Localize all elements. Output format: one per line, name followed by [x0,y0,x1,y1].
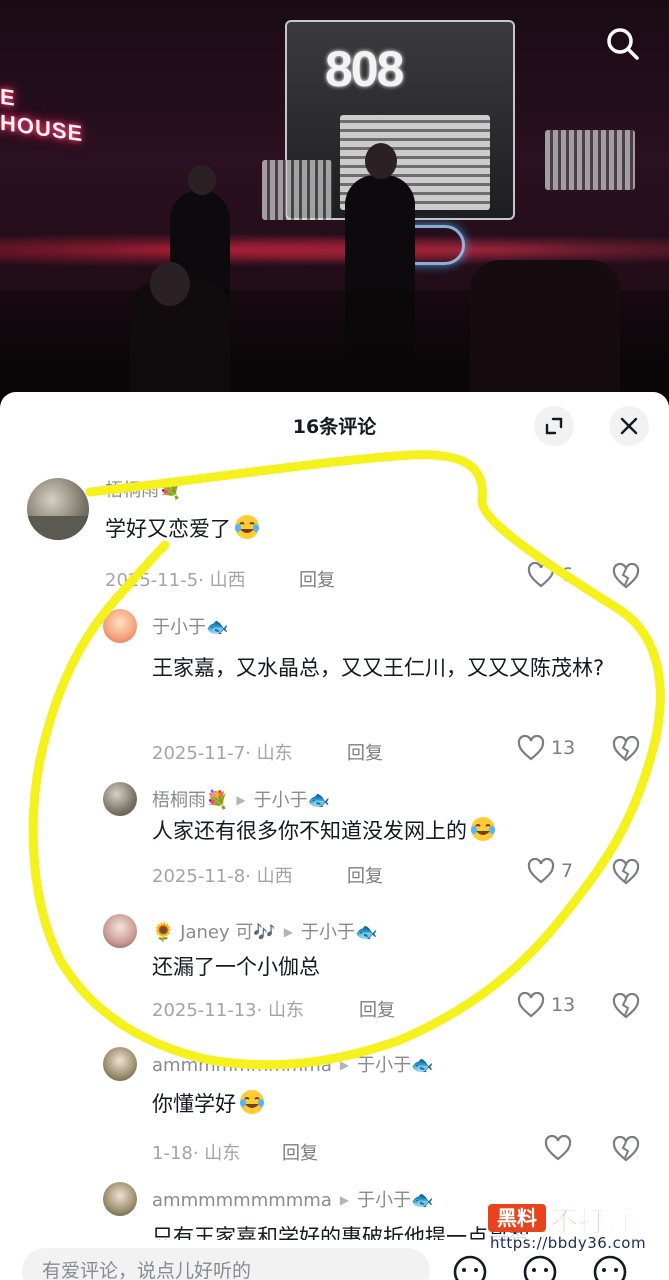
comment-author[interactable]: 于小于🐟 [152,613,228,639]
comment-author[interactable]: 梧桐雨💐 [105,476,181,502]
broken-heart-icon [612,858,640,885]
comment-text: 王家嘉，又水晶总，又又王仁川，又又又陈茂林? [152,656,605,680]
broken-heart-icon [612,992,640,1019]
broken-heart-icon [612,735,640,762]
avatar[interactable] [103,609,137,643]
dislike-button[interactable] [612,735,640,766]
comment-date-location: 2025-11-7· 山东 [152,743,293,764]
avatar[interactable] [103,1047,137,1081]
comment-author[interactable]: 🌻 Janey 可🎶 [152,922,276,943]
heart-icon [517,992,545,1018]
mention-button[interactable] [450,1250,490,1280]
heart-icon [517,735,545,761]
search-button[interactable] [601,22,645,66]
comment-sheet: 16条评论 梧桐雨💐 学好又恋爱了 2025-11-5· 山西 回复 6 于小于… [0,392,669,1280]
avatar[interactable] [27,478,89,540]
comment-date-location: 2025-11-13· 山东 [152,1000,305,1021]
audience-member-right [470,260,620,395]
search-icon [607,28,639,60]
reply-arrow-icon: ▶ [339,1193,350,1207]
stage-screen-number: 808 [325,41,404,97]
performer-left-head [188,165,216,195]
dislike-button[interactable] [612,1135,640,1166]
like-count: 13 [551,994,576,1016]
comment-text: 人家还有很多你不知道没发网上的 [152,810,497,852]
comment-author[interactable]: 梧桐雨💐 [152,790,228,811]
smile-icon [523,1255,557,1280]
video-player[interactable]: E HOUSE 808 [0,0,669,395]
broken-heart-icon [612,562,640,589]
comment-text: 学好又恋爱了 [105,508,261,550]
audience-head [150,262,190,306]
sticker-button[interactable] [590,1250,630,1280]
like-button[interactable] [544,1135,578,1161]
like-count: 13 [551,737,576,759]
expand-icon [545,417,563,435]
avatar[interactable] [103,914,137,948]
comment-text-body: 你懂学好 [152,1092,236,1116]
neon-house-sign: E HOUSE [0,83,84,147]
reply-arrow-icon: ▶ [283,925,293,939]
dislike-button[interactable] [612,992,640,1023]
reply-button[interactable]: 回复 [299,566,335,592]
like-button[interactable]: 6 [527,562,573,588]
reply-to-author[interactable]: 于小于🐟 [254,790,330,811]
reply-button[interactable]: 回复 [359,996,395,1022]
at-mention-icon [453,1255,487,1280]
comment-author-line: ammmmmmmmma ▶ 于小于🐟 [152,1186,434,1212]
heart-icon [527,858,555,884]
performer-center-head [365,143,397,179]
comment-text-body: 学好又恋爱了 [105,517,231,541]
close-icon [620,417,638,435]
like-button[interactable]: 13 [517,735,575,761]
reply-button[interactable]: 回复 [347,739,383,765]
like-count: 7 [561,860,574,882]
side-screen-left [262,160,332,220]
reply-button[interactable]: 回复 [282,1139,318,1165]
comment-date-location: 1-18· 山东 [152,1143,241,1164]
comment-author-line: 🌻 Janey 可🎶 ▶ 于小于🐟 [152,918,377,944]
avatar[interactable] [103,782,137,816]
comment-input[interactable] [22,1248,430,1280]
comment-text-body: 人家还有很多你不知道没发网上的 [152,819,467,843]
comment-date-location: 2025-11-8· 山西 [152,866,293,887]
heart-icon [527,562,555,588]
like-button[interactable]: 7 [527,858,573,884]
comment-text: 你懂学好 [152,1083,266,1125]
comment-sheet-header: 16条评论 [0,392,669,460]
comment-author[interactable]: ammmmmmmmma [152,1055,332,1076]
close-button[interactable] [609,406,649,446]
comment-author[interactable]: ammmmmmmmma [152,1190,332,1211]
comment-date-location: 2025-11-5· 山西 [105,570,246,591]
sticker-icon [593,1255,627,1280]
reply-to-author[interactable]: 于小于🐟 [357,1055,433,1076]
comment-input-bar [0,1240,669,1280]
like-button[interactable]: 13 [517,992,575,1018]
reply-button[interactable]: 回复 [347,862,383,888]
broken-heart-icon [612,1135,640,1162]
comment-author-line: 梧桐雨💐 ▶ 于小于🐟 [152,786,330,812]
side-screen-right [545,130,635,190]
laugh-cry-emoji-icon [235,515,259,539]
comment-author-line: ammmmmmmmma ▶ 于小于🐟 [152,1051,434,1077]
reply-arrow-icon: ▶ [339,1058,350,1072]
heart-icon [544,1135,572,1161]
reply-to-author[interactable]: 于小于🐟 [357,1190,433,1211]
comment-text: 还漏了一个小伽总 [152,955,320,979]
like-count: 6 [561,564,574,586]
laugh-cry-emoji-icon [240,1090,264,1114]
emoji-button[interactable] [520,1250,560,1280]
dislike-button[interactable] [612,858,640,889]
avatar[interactable] [103,1182,137,1216]
dislike-button[interactable] [612,562,640,593]
expand-button[interactable] [534,406,574,446]
avatar-landscape [27,516,89,540]
laugh-cry-emoji-icon [471,817,495,841]
reply-arrow-icon: ▶ [236,793,246,807]
reply-to-author[interactable]: 于小于🐟 [301,922,377,943]
